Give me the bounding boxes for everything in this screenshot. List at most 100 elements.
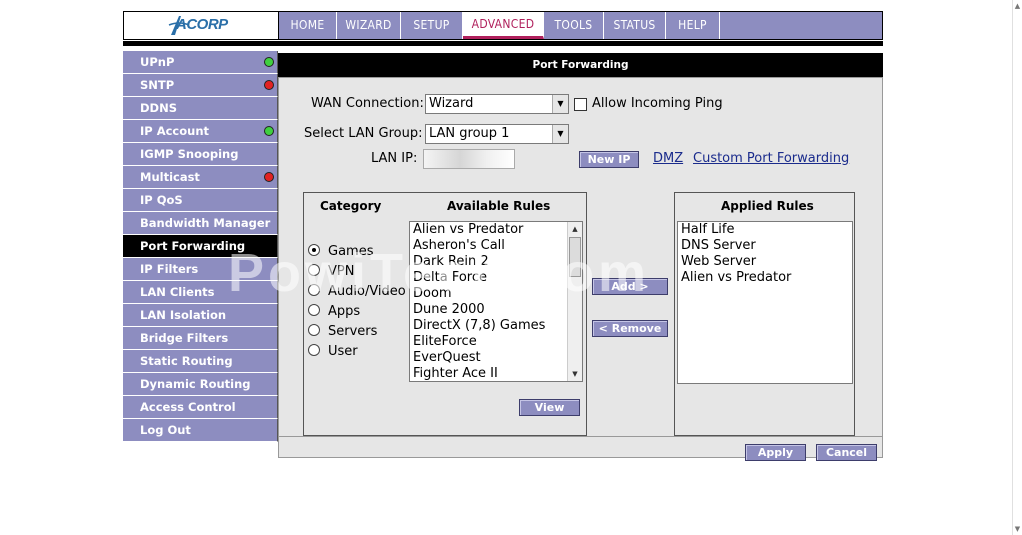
category-label: VPN	[328, 264, 355, 279]
sidebar-item-label: IP QoS	[140, 193, 183, 207]
list-item[interactable]: Fighter Ace II	[410, 366, 582, 381]
list-item[interactable]: Asheron's Call	[410, 238, 582, 254]
list-item[interactable]: EverQuest	[410, 350, 582, 366]
chevron-down-icon: ▼	[552, 95, 568, 113]
sidebar-item-label: Bandwidth Manager	[140, 216, 271, 230]
category-label: Games	[328, 244, 374, 259]
nav-help[interactable]: HELP	[666, 12, 720, 39]
sidebar-item-port-forwarding[interactable]: Port Forwarding	[123, 235, 278, 258]
category-header: Category	[320, 199, 382, 213]
list-item[interactable]: Dune 2000	[410, 302, 582, 318]
sidebar-item-lan-clients[interactable]: LAN Clients	[123, 281, 278, 304]
dmz-link[interactable]: DMZ	[653, 151, 683, 166]
sidebar-item-bridge-filters[interactable]: Bridge Filters	[123, 327, 278, 350]
sidebar-item-label: Multicast	[140, 170, 200, 184]
list-item[interactable]: Dark Rein 2	[410, 254, 582, 270]
available-rules-list[interactable]: Alien vs Predator Asheron's Call Dark Re…	[409, 221, 583, 382]
sidebar-item-lan-isolation[interactable]: LAN Isolation	[123, 304, 278, 327]
apply-button[interactable]: Apply	[745, 444, 806, 461]
rules-selection-box: Category Available Rules Games VPN Audio…	[303, 192, 587, 436]
scroll-up-icon[interactable]: ▲	[568, 222, 582, 236]
sidebar-item-upnp[interactable]: UPnP	[123, 51, 278, 74]
list-item[interactable]: DNS Server	[678, 238, 852, 254]
sidebar-item-bandwidth-manager[interactable]: Bandwidth Manager	[123, 212, 278, 235]
lan-group-label: Select LAN Group:	[304, 126, 423, 141]
nav-wizard[interactable]: WIZARD	[337, 12, 401, 39]
remove-rule-button[interactable]: < Remove	[592, 320, 668, 337]
nav-status[interactable]: STATUS	[604, 12, 666, 39]
radio-selected-icon	[308, 244, 320, 256]
scroll-up-icon[interactable]: ▲	[1013, 2, 1022, 10]
scroll-thumb[interactable]	[569, 237, 581, 277]
scroll-down-icon[interactable]: ▼	[568, 367, 582, 381]
sidebar-item-sntp[interactable]: SNTP	[123, 74, 278, 97]
sidebar-item-label: Port Forwarding	[140, 239, 246, 253]
lan-group-select[interactable]: LAN group 1 ▼	[425, 124, 569, 144]
sidebar-item-ip-qos[interactable]: IP QoS	[123, 189, 278, 212]
custom-port-forwarding-link[interactable]: Custom Port Forwarding	[693, 151, 849, 166]
sidebar-item-label: LAN Clients	[140, 285, 215, 299]
sidebar-item-label: Access Control	[140, 400, 236, 414]
list-item[interactable]: EliteForce	[410, 334, 582, 350]
router-admin-frame: ACORP HOME WIZARD SETUP ADVANCED TOOLS S…	[123, 11, 883, 461]
list-item[interactable]: Alien vs Predator	[410, 222, 582, 238]
status-red-icon	[264, 172, 274, 182]
sidebar-item-igmp-snooping[interactable]: IGMP Snooping	[123, 143, 278, 166]
add-rule-button[interactable]: Add >	[592, 278, 668, 295]
list-item[interactable]: DirectX (7,8) Games	[410, 318, 582, 334]
sidebar-item-ip-filters[interactable]: IP Filters	[123, 258, 278, 281]
footer-divider	[279, 436, 882, 437]
sidebar-item-access-control[interactable]: Access Control	[123, 396, 278, 419]
main-panel: WAN Connection: Wizard ▼ Allow Incoming …	[278, 77, 883, 461]
list-item[interactable]: Half Life	[678, 222, 852, 238]
sidebar-item-label: SNTP	[140, 78, 175, 92]
logo-area: ACORP	[123, 11, 278, 40]
applied-rules-header: Applied Rules	[721, 199, 814, 213]
category-user[interactable]: User	[308, 344, 358, 362]
sidebar-item-label: DDNS	[140, 101, 177, 115]
wan-connection-select[interactable]: Wizard ▼	[425, 94, 569, 114]
category-audio-video[interactable]: Audio/Video	[308, 284, 406, 302]
sidebar-item-label: IP Filters	[140, 262, 199, 276]
sidebar-item-label: Static Routing	[140, 354, 233, 368]
radio-icon	[308, 324, 320, 336]
category-apps[interactable]: Apps	[308, 304, 360, 322]
sidebar-item-multicast[interactable]: Multicast	[123, 166, 278, 189]
list-item[interactable]: Doom	[410, 286, 582, 302]
sidebar-item-static-routing[interactable]: Static Routing	[123, 350, 278, 373]
scroll-down-icon[interactable]: ▼	[1013, 525, 1022, 533]
new-ip-button[interactable]: New IP	[579, 151, 639, 168]
list-item[interactable]: Delta Force	[410, 270, 582, 286]
category-games[interactable]: Games	[308, 244, 373, 262]
lan-group-value: LAN group 1	[429, 126, 510, 141]
category-vpn[interactable]: VPN	[308, 264, 354, 282]
status-green-icon	[264, 126, 274, 136]
lan-ip-field[interactable]	[423, 149, 515, 169]
nav-tools[interactable]: TOOLS	[544, 12, 604, 39]
applied-rules-list[interactable]: Half Life DNS Server Web Server Alien vs…	[677, 221, 853, 384]
sidebar-item-ip-account[interactable]: IP Account	[123, 120, 278, 143]
top-nav: HOME WIZARD SETUP ADVANCED TOOLS STATUS …	[278, 11, 883, 40]
radio-icon	[308, 284, 320, 296]
available-rules-scrollbar[interactable]: ▲ ▼	[567, 222, 582, 381]
sidebar-item-ddns[interactable]: DDNS	[123, 97, 278, 120]
nav-home[interactable]: HOME	[279, 12, 337, 39]
sidebar: UPnP SNTP DDNS IP Account IGMP Snooping …	[123, 51, 278, 442]
sidebar-item-label: Dynamic Routing	[140, 377, 251, 391]
nav-setup[interactable]: SETUP	[401, 12, 463, 39]
nav-advanced[interactable]: ADVANCED	[463, 12, 544, 39]
sidebar-item-label: Log Out	[140, 423, 191, 437]
radio-icon	[308, 344, 320, 356]
allow-ping-checkbox[interactable]	[574, 98, 587, 111]
list-item[interactable]: Web Server	[678, 254, 852, 270]
cancel-button[interactable]: Cancel	[816, 444, 877, 461]
list-item[interactable]: Alien vs Predator	[678, 270, 852, 286]
radio-icon	[308, 264, 320, 276]
sidebar-item-label: LAN Isolation	[140, 308, 227, 322]
page-scrollbar[interactable]: ▲ ▼	[1012, 0, 1022, 535]
sidebar-item-dynamic-routing[interactable]: Dynamic Routing	[123, 373, 278, 396]
view-button[interactable]: View	[519, 399, 580, 416]
sidebar-item-label: IP Account	[140, 124, 210, 138]
category-servers[interactable]: Servers	[308, 324, 377, 342]
sidebar-item-log-out[interactable]: Log Out	[123, 419, 278, 442]
